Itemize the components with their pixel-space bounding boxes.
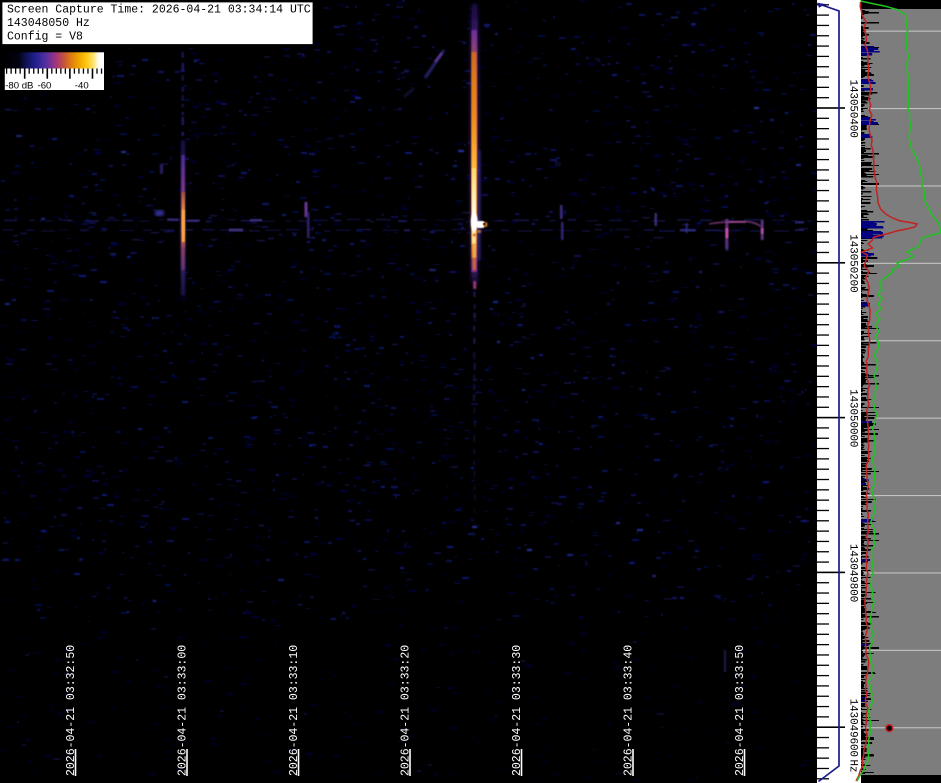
svg-text:2026-04-21 03:33:40: 2026-04-21 03:33:40 xyxy=(623,645,636,776)
svg-text:2026-04-21 03:33:00: 2026-04-21 03:33:00 xyxy=(177,645,190,776)
svg-text:2026-04-21 03:33:10: 2026-04-21 03:33:10 xyxy=(288,645,301,776)
svg-text:2026-04-21 03:33:30: 2026-04-21 03:33:30 xyxy=(511,645,524,776)
svg-text:143050200: 143050200 xyxy=(847,234,859,292)
svg-text:-80 dB: -80 dB xyxy=(5,80,33,91)
svg-text:2026-04-21 03:33:50: 2026-04-21 03:33:50 xyxy=(734,645,747,776)
svg-text:143049600: 143049600 xyxy=(847,699,859,757)
svg-text:2026-04-21 03:33:20: 2026-04-21 03:33:20 xyxy=(400,645,413,776)
svg-text:143049800: 143049800 xyxy=(847,544,859,602)
svg-text:Hz: Hz xyxy=(847,760,859,773)
svg-text:143050000: 143050000 xyxy=(847,389,859,447)
svg-text:143050400: 143050400 xyxy=(847,80,859,138)
svg-text:-40: -40 xyxy=(75,80,89,91)
svg-text:-60: -60 xyxy=(38,80,52,91)
svg-text:2026-04-21 03:32:50: 2026-04-21 03:32:50 xyxy=(65,645,78,776)
svg-text:143048050 Hz: 143048050 Hz xyxy=(7,17,90,30)
svg-text:Screen Capture Time: 2026-04-2: Screen Capture Time: 2026-04-21 03:34:14… xyxy=(7,3,311,16)
svg-text:Config = V8: Config = V8 xyxy=(7,31,83,44)
